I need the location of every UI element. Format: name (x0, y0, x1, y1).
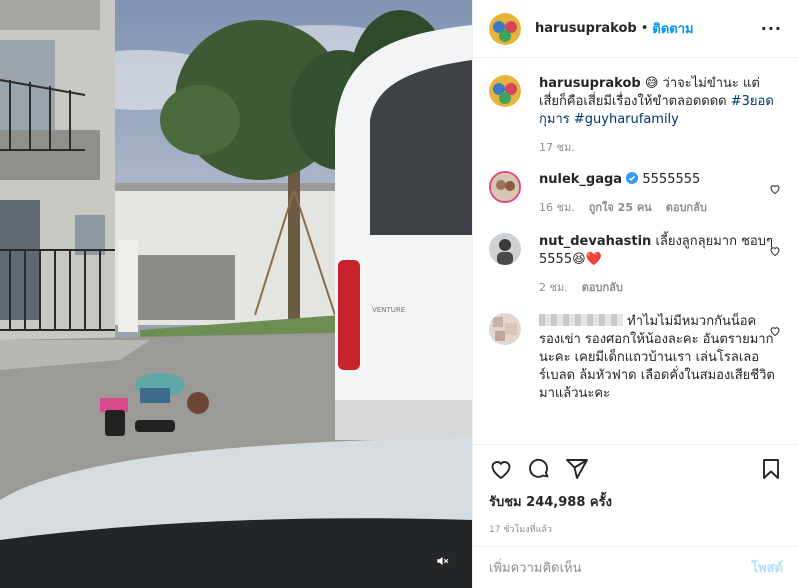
author-avatar[interactable] (489, 12, 521, 45)
view-count[interactable]: รับชม 244,988 ครั้ง (489, 491, 783, 512)
follow-button[interactable]: ติดตาม (652, 18, 693, 39)
bookmark-icon[interactable] (759, 457, 783, 485)
comment-item: ทำไมไม่มีหมวกกันน็อค รองเข่า รองศอกให้น้… (489, 313, 798, 403)
reply-button[interactable]: ตอบกลับ (582, 279, 623, 297)
mute-button[interactable] (428, 549, 456, 577)
caption: harusuprakob 😅 ว่าจะไม่ขำนะ แต่เสี่ยก็คื… (489, 75, 798, 157)
commenter-avatar-blurred[interactable] (489, 313, 521, 345)
like-comment-heart-icon[interactable] (769, 325, 781, 341)
like-comment-heart-icon[interactable] (769, 183, 781, 199)
blurred-username (539, 314, 623, 326)
add-comment-bar: เพิ่มความคิดเห็น โพสต์ (473, 546, 798, 588)
speaker-muted-icon (435, 554, 449, 572)
verified-badge-icon (626, 172, 639, 187)
comment-text: ทำไมไม่มีหมวกกันน็อค รองเข่า รองศอกให้น้… (539, 314, 775, 401)
post-sidebar: harusuprakob • ติดตาม ··· harusuprakob 😅… (472, 0, 798, 588)
comment-icon[interactable] (527, 457, 551, 485)
comments-list[interactable]: harusuprakob 😅 ว่าจะไม่ขำนะ แต่เสี่ยก็คื… (473, 59, 798, 444)
caption-username[interactable]: harusuprakob (539, 76, 641, 91)
author-username[interactable]: harusuprakob (535, 21, 637, 36)
post-comment-button[interactable]: โพสต์ (751, 557, 783, 578)
post-header: harusuprakob • ติดตาม ··· (473, 0, 798, 58)
caption-avatar[interactable] (489, 75, 521, 107)
svg-text:VENTURE: VENTURE (372, 306, 405, 314)
commenter-avatar[interactable] (489, 233, 521, 265)
caption-time[interactable]: 17 ชม. (539, 139, 575, 157)
comment-time[interactable]: 2 ชม. (539, 279, 568, 297)
post-actions: รับชม 244,988 ครั้ง 17 ชั่วโมงที่แล้ว (473, 444, 798, 536)
comment-username[interactable]: nut_devahastin (539, 234, 651, 249)
comment-time[interactable]: 16 ชม. (539, 199, 575, 217)
separator-dot: • (640, 21, 649, 36)
post-time-ago[interactable]: 17 ชั่วโมงที่แล้ว (489, 522, 783, 536)
comment-username[interactable]: nulek_gaga (539, 172, 622, 187)
like-comment-heart-icon[interactable] (769, 245, 781, 261)
comment-item: nut_devahastin เลี้ยงลูกลุยมาก ชอบๆ 5555… (489, 233, 798, 297)
comment-likes[interactable]: ถูกใจ 25 คน (589, 199, 652, 217)
reply-button[interactable]: ตอบกลับ (666, 199, 707, 217)
comment-text: 5555555 (642, 172, 701, 187)
hashtag-link[interactable]: #guyharufamily (574, 112, 679, 127)
comment-item: nulek_gaga 5555555 16 ชม. ถูกใจ 25 คน ตอ… (489, 171, 798, 217)
heart-icon[interactable] (489, 457, 513, 485)
video-frame: VENTURE (0, 0, 472, 588)
post-video[interactable]: VENTURE (0, 0, 472, 588)
more-options-icon[interactable]: ··· (761, 19, 782, 38)
comment-input[interactable]: เพิ่มความคิดเห็น (489, 557, 582, 578)
share-icon[interactable] (565, 457, 589, 485)
commenter-avatar[interactable] (489, 171, 521, 203)
